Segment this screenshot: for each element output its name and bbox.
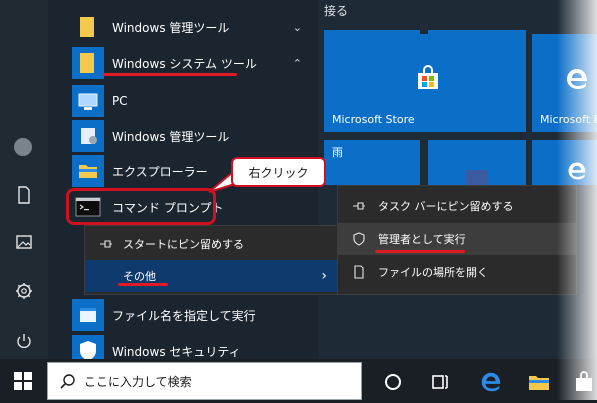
app-item-label: ファイル名を指定して実行 xyxy=(112,308,256,323)
search-placeholder: ここに入力して検索 xyxy=(84,374,192,389)
pc-icon xyxy=(72,85,104,117)
app-item-run[interactable]: ファイル名を指定して実行 xyxy=(62,296,318,334)
document-icon[interactable] xyxy=(14,185,34,205)
tile-microsoft-store[interactable]: Microsoft Store xyxy=(324,34,526,132)
search-icon xyxy=(60,374,75,389)
menu-item-pin-to-start[interactable]: スタートにピン留めする xyxy=(85,228,339,260)
screenshot: Windows 管理ツール ⌄ Windows システム ツール ⌃ PC Wi… xyxy=(0,0,597,403)
app-item-label: Windows セキュリティ xyxy=(112,344,241,359)
app-item-label: PC xyxy=(112,94,128,108)
tiles-group-header: 接る xyxy=(324,4,349,18)
menu-item-label: 管理者として実行 xyxy=(378,233,466,246)
edge-fade xyxy=(557,0,597,400)
facebook-icon xyxy=(466,170,488,185)
pictures-icon[interactable] xyxy=(14,232,34,252)
menu-item-open-file-location[interactable]: ファイルの場所を開く xyxy=(338,256,576,288)
app-item-label: エクスプローラー xyxy=(112,164,208,179)
app-item-windows-admin-tools-folder[interactable]: Windows 管理ツール ⌄ xyxy=(62,8,318,46)
menu-item-label: タスク バーにピン留めする xyxy=(378,200,514,213)
windows-logo-icon xyxy=(14,372,32,390)
app-item-label: Windows 管理ツール xyxy=(112,20,230,35)
start-button[interactable] xyxy=(0,359,46,403)
app-item-label: Windows システム ツール xyxy=(112,56,257,71)
taskbar-search-box[interactable]: ここに入力して検索 xyxy=(47,362,362,400)
chevron-up-icon: ⌃ xyxy=(292,56,302,70)
folder-icon xyxy=(72,47,104,79)
explorer-icon xyxy=(72,155,104,187)
file-explorer-icon[interactable] xyxy=(527,370,551,394)
task-view-icon[interactable] xyxy=(428,370,452,394)
settings-gear-icon[interactable] xyxy=(14,281,34,301)
tile-facebook[interactable] xyxy=(428,140,526,185)
tile-label: Microsoft Store xyxy=(332,113,415,126)
annotation-underline-other xyxy=(118,283,168,286)
callout-right-click: 右クリック xyxy=(231,157,326,187)
chevron-down-icon: ⌄ xyxy=(292,20,302,34)
tile-weather[interactable]: 雨 xyxy=(324,140,420,185)
user-avatar[interactable] xyxy=(14,138,32,156)
store-icon xyxy=(418,65,438,89)
admin-tools-icon xyxy=(72,120,104,152)
app-item-windows-system-tools-folder[interactable]: Windows システム ツール ⌃ xyxy=(62,44,318,82)
start-left-rail xyxy=(0,0,48,359)
menu-item-label: その他 xyxy=(123,270,156,283)
folder-icon xyxy=(72,11,104,43)
shield-icon xyxy=(353,232,365,246)
power-icon[interactable] xyxy=(14,331,34,351)
app-item-label: Windows 管理ツール xyxy=(112,129,230,144)
document-icon xyxy=(354,265,364,279)
annotation-underline-system-tools xyxy=(103,73,237,76)
annotation-highlight-command-prompt xyxy=(66,188,216,225)
pin-icon xyxy=(353,202,365,210)
menu-item-label: ファイルの場所を開く xyxy=(378,266,488,279)
edge-icon[interactable] xyxy=(479,370,503,394)
cortana-circle-icon[interactable] xyxy=(381,370,405,394)
app-item-pc[interactable]: PC xyxy=(62,82,318,120)
menu-item-other[interactable]: その他 › xyxy=(85,260,339,292)
submenu: タスク バーにピン留めする 管理者として実行 ファイルの場所を開く xyxy=(337,185,577,295)
menu-item-label: スタートにピン留めする xyxy=(123,238,244,251)
chevron-right-icon: › xyxy=(321,268,327,284)
run-icon xyxy=(72,299,104,331)
menu-item-pin-to-taskbar[interactable]: タスク バーにピン留めする xyxy=(338,190,576,222)
annotation-underline-run-as-admin xyxy=(375,250,465,253)
app-item-windows-admin-tools[interactable]: Windows 管理ツール xyxy=(62,117,318,155)
callout-text: 右クリック xyxy=(248,165,309,180)
pin-icon xyxy=(100,240,112,248)
weather-label: 雨 xyxy=(332,146,343,159)
